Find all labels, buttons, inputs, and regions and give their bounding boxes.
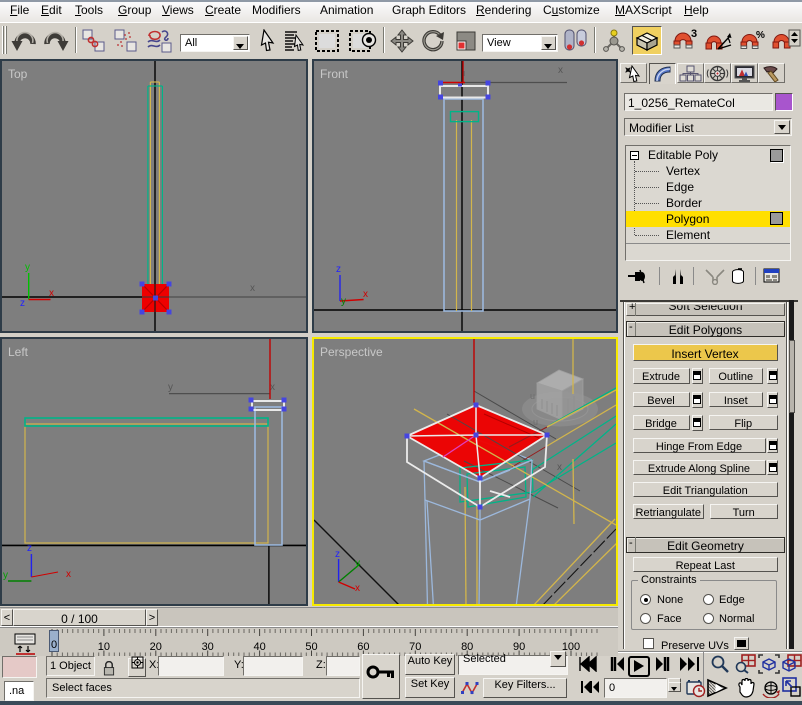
svg-text:u: u bbox=[530, 391, 535, 401]
svg-text:Perspective: Perspective bbox=[320, 345, 383, 359]
svg-text:Top: Top bbox=[8, 67, 28, 81]
svg-text:x: x bbox=[558, 65, 563, 76]
svg-text:%: % bbox=[756, 30, 765, 41]
svg-text:Front: Front bbox=[320, 67, 349, 81]
svg-text:y: y bbox=[3, 570, 8, 581]
svg-text:y: y bbox=[25, 262, 30, 273]
svg-text:x: x bbox=[250, 283, 255, 294]
svg-text:y: y bbox=[341, 296, 346, 307]
svg-text:z: z bbox=[27, 543, 32, 554]
svg-text:x: x bbox=[355, 583, 360, 594]
svg-text:z: z bbox=[335, 549, 340, 560]
svg-text:y: y bbox=[355, 558, 360, 569]
svg-text:x: x bbox=[49, 288, 54, 299]
svg-text:Left: Left bbox=[8, 345, 29, 359]
svg-text:x: x bbox=[363, 289, 368, 300]
svg-text:x: x bbox=[66, 569, 71, 580]
svg-text:z: z bbox=[20, 298, 25, 309]
svg-text:x: x bbox=[270, 382, 275, 393]
svg-text:z: z bbox=[336, 264, 341, 275]
svg-text:3: 3 bbox=[691, 28, 697, 40]
svg-text:y: y bbox=[168, 382, 173, 393]
